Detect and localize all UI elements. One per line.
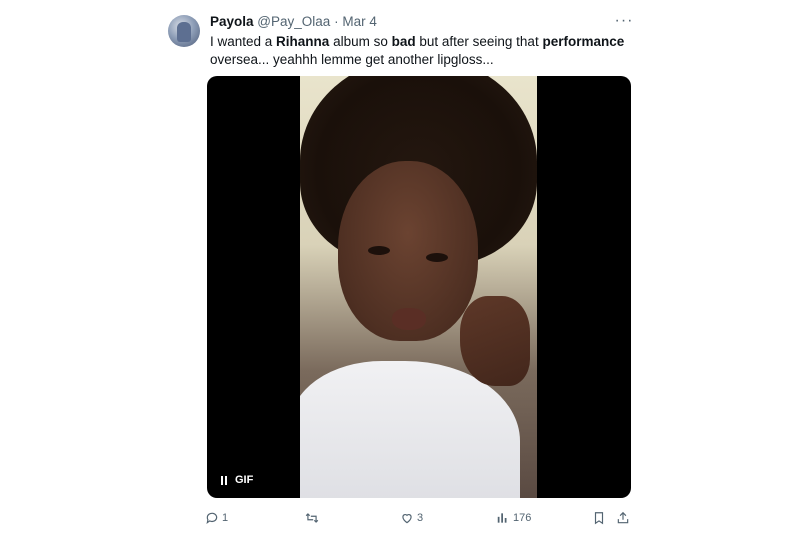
views-button[interactable]: 176 — [496, 509, 531, 527]
gif-controls[interactable]: GIF — [221, 474, 253, 486]
lips — [392, 308, 426, 330]
tweet-text-bold-performance: performance — [542, 34, 625, 49]
heart-icon — [402, 514, 412, 524]
tweet-text-part: but after seeing that — [415, 34, 543, 49]
reply-count: 1 — [222, 512, 229, 524]
hand — [460, 296, 530, 386]
tweet-text-bold-bad: bad — [391, 34, 416, 49]
tweet-text-part: album so — [329, 34, 392, 49]
views-count: 176 — [513, 512, 532, 524]
bookmark-button[interactable] — [592, 509, 606, 527]
gif-media[interactable]: GIF — [207, 76, 631, 498]
more-icon[interactable]: ··· — [614, 12, 634, 30]
gif-badge-label: GIF — [235, 474, 254, 486]
reply-button[interactable]: 1 — [205, 509, 228, 527]
bookmark-icon — [594, 512, 604, 525]
avatar-figure — [177, 22, 191, 42]
views-icon — [497, 513, 507, 523]
left-eye — [368, 246, 390, 255]
tweet-text-part: I wanted a — [210, 34, 277, 49]
like-button[interactable]: 3 — [400, 509, 423, 527]
tweet-header: Payola @Pay_Olaa · Mar 4 — [210, 14, 377, 29]
separator-dot: · — [334, 14, 339, 29]
author-handle[interactable]: @Pay_Olaa — [257, 14, 330, 29]
tweet-date[interactable]: Mar 4 — [342, 14, 377, 29]
pause-icon[interactable] — [221, 475, 227, 485]
retweet-button[interactable] — [305, 509, 322, 527]
author-name[interactable]: Payola — [210, 14, 254, 29]
like-count: 3 — [417, 512, 424, 524]
tweet-text-bold-rihanna: Rihanna — [276, 34, 330, 49]
gif-frame — [300, 76, 537, 498]
reply-icon — [206, 512, 218, 525]
retweet-icon — [305, 513, 319, 523]
share-button[interactable] — [616, 509, 630, 527]
tweet-text: I wanted a Rihanna album so bad but afte… — [210, 33, 625, 69]
right-eye — [426, 253, 448, 262]
tweet-text-part: oversea... yeahhh lemme get another lipg… — [210, 52, 494, 67]
avatar[interactable] — [168, 15, 200, 47]
action-bar: 1 3 176 — [205, 509, 635, 529]
share-icon — [617, 511, 629, 524]
